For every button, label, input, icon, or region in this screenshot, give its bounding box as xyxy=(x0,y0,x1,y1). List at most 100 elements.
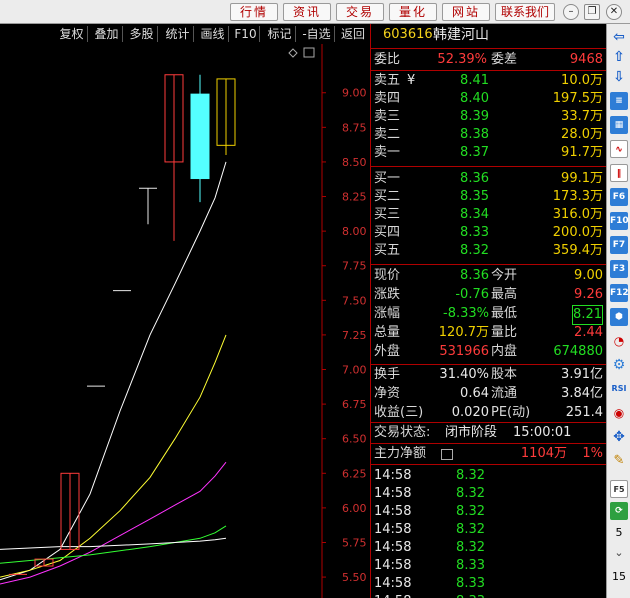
tool-multi-stock[interactable]: 多股 xyxy=(126,26,158,42)
move-icon[interactable]: ✥ xyxy=(610,428,628,446)
stock-terminal-window: { "topnav": ["行情", "资讯", "交易", "量化", "网站… xyxy=(0,0,630,598)
tool-draw-line[interactable]: 画线 xyxy=(197,26,229,42)
stat-value: 674880 xyxy=(553,344,603,359)
tick-row[interactable]: 14:58 8.33 xyxy=(371,593,607,598)
order-label: 买五 xyxy=(374,243,401,258)
refresh-icon[interactable]: ⟳ xyxy=(610,502,628,520)
nav-news-button[interactable]: 资讯 xyxy=(283,3,331,21)
stat-value: 9.26 xyxy=(574,287,603,302)
tool-restore-rights[interactable]: 复权 xyxy=(56,26,88,42)
stat-row: 涨跌 -0.76 最高 9.26 xyxy=(371,286,607,304)
tool-f10[interactable]: F10 xyxy=(232,26,260,42)
ma-line-3 xyxy=(0,461,227,585)
f6-icon[interactable]: F6 xyxy=(610,188,628,206)
stat-label: 涨幅 xyxy=(374,306,401,321)
tick-price: 8.32 xyxy=(456,486,485,501)
sidebar-num-2[interactable]: 15 xyxy=(607,570,630,583)
f10-icon[interactable]: F10 xyxy=(610,212,629,230)
arrow-down-icon[interactable]: ⇩ xyxy=(610,68,628,86)
close-icon[interactable]: ✕ xyxy=(606,4,622,20)
order-price: 8.34 xyxy=(460,207,489,222)
stat-value: 9.00 xyxy=(574,268,603,283)
pencil-icon[interactable]: ✎ xyxy=(610,452,628,470)
f7-icon[interactable]: F7 xyxy=(610,236,628,254)
fundamental-row: 净资 0.64 流通 3.84亿 xyxy=(371,385,607,403)
rss-icon[interactable]: RSI xyxy=(610,380,628,398)
tick-price: 8.33 xyxy=(456,593,485,598)
list-icon[interactable] xyxy=(441,449,453,460)
quote-list-icon[interactable]: ≡ xyxy=(610,92,628,110)
line-chart-icon[interactable]: ∿ xyxy=(610,140,628,158)
order-label: 买二 xyxy=(374,189,401,204)
target-icon[interactable]: ◉ xyxy=(610,404,628,422)
order-label: 卖五 xyxy=(374,73,401,88)
gauge-icon[interactable]: ◔ xyxy=(610,332,628,350)
main-force-row[interactable]: 主力净额 1104万 1% xyxy=(371,445,607,463)
tick-row[interactable]: 14:58 8.32 xyxy=(371,503,607,521)
minimize-icon[interactable]: – xyxy=(563,4,579,20)
kline-icon[interactable]: ‖ xyxy=(610,164,628,182)
tick-time: 14:58 xyxy=(374,468,412,483)
tool-statistics[interactable]: 统计 xyxy=(162,26,194,42)
restore-icon[interactable]: ❐ xyxy=(584,4,600,20)
tick-row[interactable]: 14:58 8.32 xyxy=(371,539,607,557)
stat-label: 最低 xyxy=(491,306,518,321)
stat-label: 最高 xyxy=(491,287,518,302)
table-icon[interactable]: ▦ xyxy=(610,116,628,134)
nav-website-button[interactable]: 网站 xyxy=(442,3,490,21)
divider xyxy=(371,48,607,49)
stat-value: 531966 xyxy=(439,344,489,359)
f12-icon[interactable]: F12 xyxy=(610,284,629,302)
ma-line-4 xyxy=(0,525,227,564)
buy-order-row[interactable]: 买五 8.32 359.4万 xyxy=(371,242,607,260)
order-price: 8.36 xyxy=(460,171,489,186)
tool-mark[interactable]: 标记 xyxy=(264,26,296,42)
sell-order-row[interactable]: 卖四 8.40 197.5万 xyxy=(371,90,607,108)
f5-icon[interactable]: F5 xyxy=(610,480,628,498)
sell-order-row[interactable]: 卖五 ¥8.41 10.0万 xyxy=(371,72,607,90)
nav-contact-button[interactable]: 联系我们 xyxy=(495,3,555,21)
weicha-value: 9468 xyxy=(569,52,603,67)
sidebar-num-1[interactable]: 5 xyxy=(607,526,630,539)
main-force-pct: 1% xyxy=(582,446,603,461)
tick-row[interactable]: 14:58 8.32 xyxy=(371,485,607,503)
nav-market-button[interactable]: 行情 xyxy=(230,3,278,21)
nav-quant-button[interactable]: 量化 xyxy=(389,3,437,21)
stat-value: -0.76 xyxy=(455,287,489,302)
stat-label: 量比 xyxy=(491,325,518,340)
tool-overlay[interactable]: 叠加 xyxy=(91,26,123,42)
weicha-label: 委差 xyxy=(491,52,518,67)
y-tick-label: 7.50 xyxy=(342,294,367,307)
tool-back[interactable]: 返回 xyxy=(338,26,368,42)
candlestick-chart[interactable]: 9.00 8.75 8.50 8.25 8.00 7.75 7.50 7.25 7.00 6.75… xyxy=(0,44,370,598)
order-volume: 173.3万 xyxy=(552,189,603,204)
tick-row[interactable]: 14:58 8.32 xyxy=(371,467,607,485)
tick-row[interactable]: 14:58 8.32 xyxy=(371,521,607,539)
y-tick-label: 6.50 xyxy=(342,433,367,446)
sell-order-row[interactable]: 卖一 8.37 91.7万 xyxy=(371,144,607,162)
gear-icon[interactable]: ⚙ xyxy=(610,356,628,374)
fund-label: 流通 xyxy=(491,386,518,401)
sell-order-row[interactable]: 卖二 8.38 28.0万 xyxy=(371,126,607,144)
y-tick-label: 5.50 xyxy=(342,571,367,584)
buy-order-row[interactable]: 买三 8.34 316.0万 xyxy=(371,206,607,224)
arrow-left-icon[interactable]: ⇦ xyxy=(610,28,628,46)
order-volume: 99.1万 xyxy=(561,171,603,186)
hexagon-icon[interactable]: ⬢ xyxy=(610,308,628,326)
tick-row[interactable]: 14:58 8.33 xyxy=(371,575,607,593)
buy-order-row[interactable]: 买二 8.35 173.3万 xyxy=(371,188,607,206)
stat-row: 现价 8.36 今开 9.00 xyxy=(371,267,607,285)
sell-order-row[interactable]: 卖三 8.39 33.7万 xyxy=(371,108,607,126)
arrow-up-icon[interactable]: ⇧ xyxy=(610,48,628,66)
buy-order-row[interactable]: 买四 8.33 200.0万 xyxy=(371,224,607,242)
main-force-label: 主力净额 xyxy=(374,446,427,461)
fund-value: 251.4 xyxy=(565,405,603,420)
nav-trade-button[interactable]: 交易 xyxy=(336,3,384,21)
tick-price: 8.33 xyxy=(456,558,485,573)
chevron-down-icon[interactable]: ⌄ xyxy=(607,546,630,559)
tool-del-favorite[interactable]: -自选 xyxy=(299,26,335,42)
tick-row[interactable]: 14:58 8.33 xyxy=(371,557,607,575)
buy-order-row[interactable]: 买一 8.36 99.1万 xyxy=(371,170,607,188)
weibi-value: 52.39% xyxy=(437,52,487,67)
f3-icon[interactable]: F3 xyxy=(610,260,628,278)
